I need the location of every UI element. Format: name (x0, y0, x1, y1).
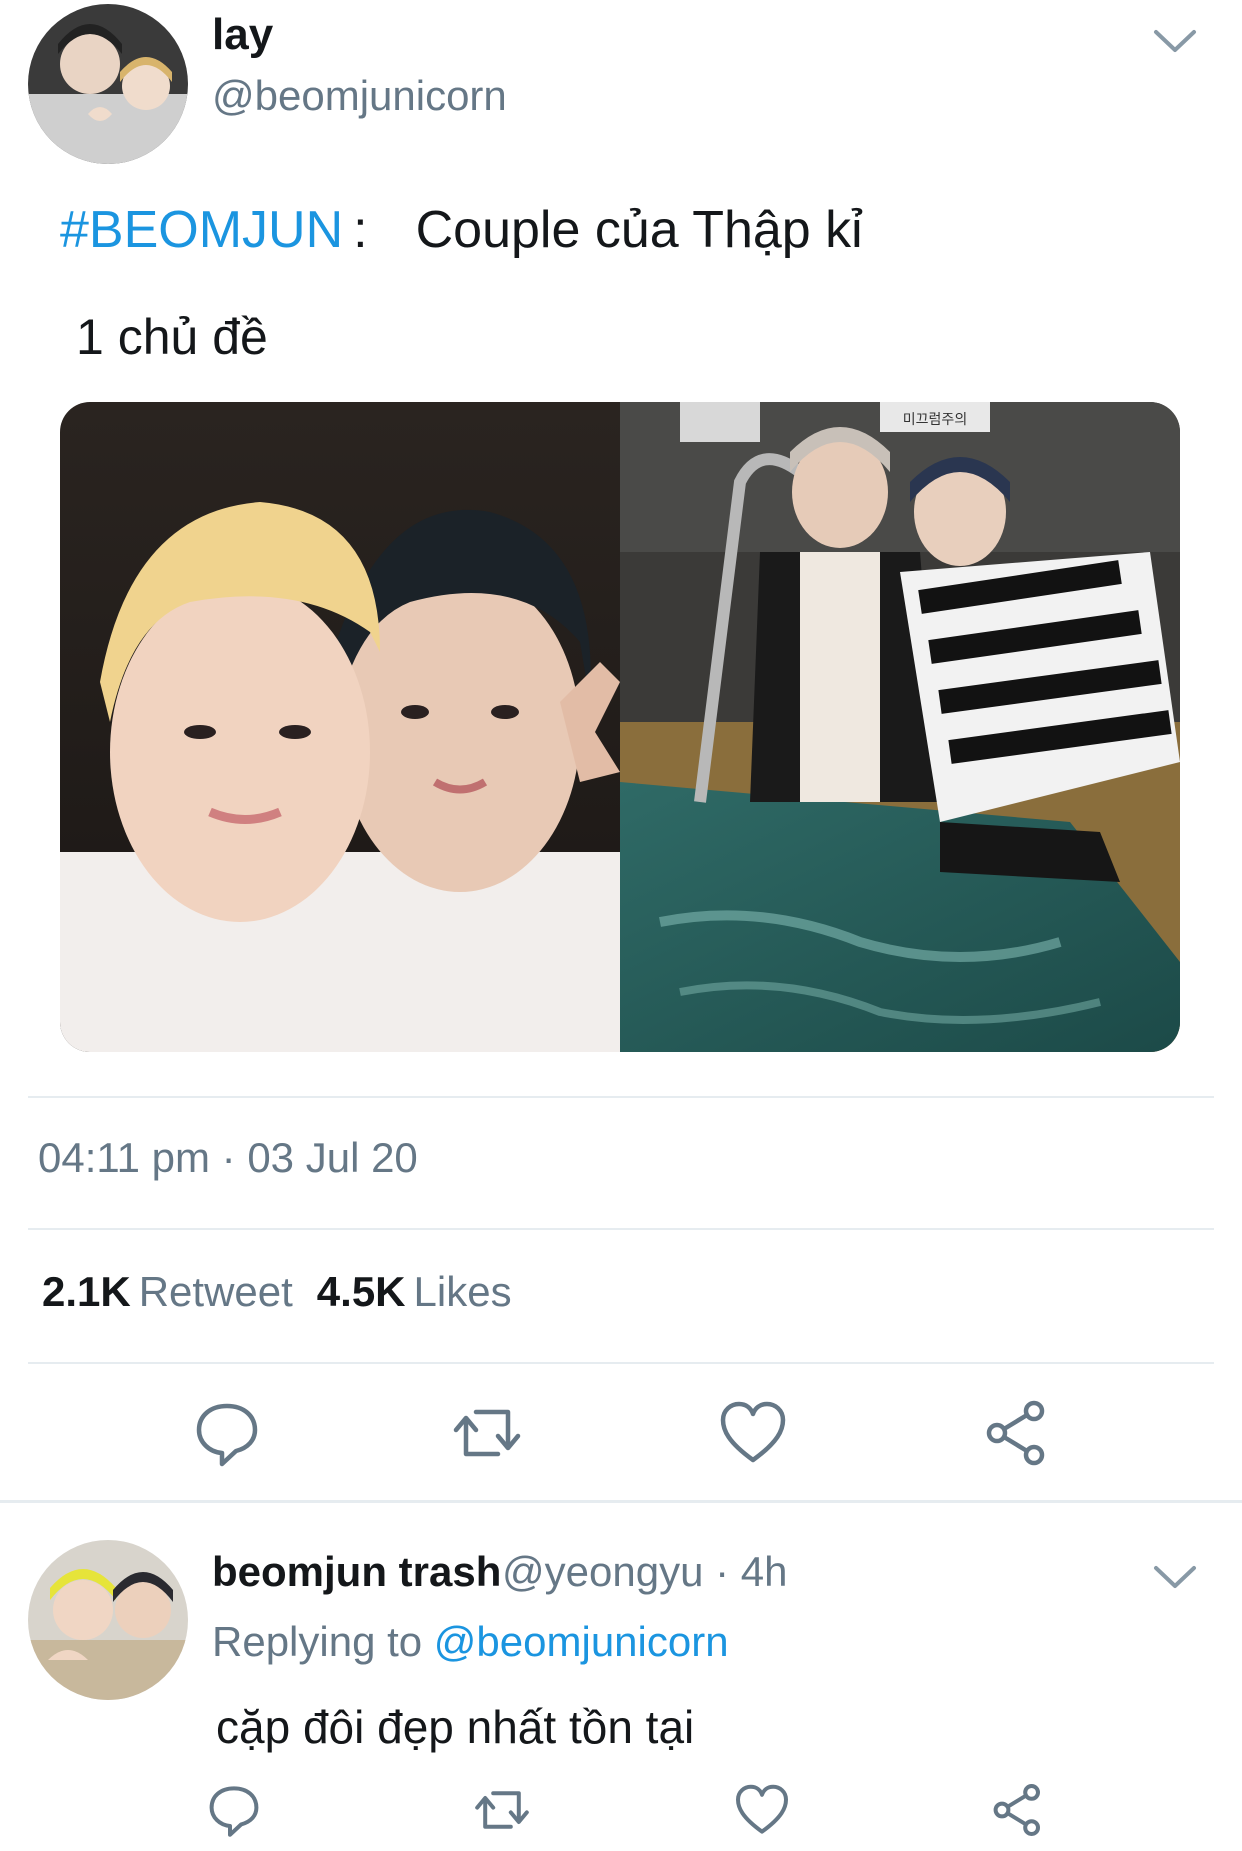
hashtag-link[interactable]: #BEOMJUN (60, 201, 343, 259)
tweet-stats: 2.1K Retweet 4.5K Likes (42, 1268, 512, 1316)
reply-age: 4h (740, 1548, 788, 1595)
tweet-colon: : (353, 201, 368, 259)
reply-avatar[interactable] (28, 1540, 188, 1700)
reply-handle[interactable]: @yeongyu (502, 1548, 703, 1595)
divider (28, 1362, 1214, 1364)
sign-text: 미끄럼주의 (903, 412, 967, 428)
retweet-count[interactable]: 2.1K (42, 1268, 131, 1315)
tweet-timestamp[interactable]: 04:11 pm · 03 Jul 20 (38, 1134, 418, 1182)
like-icon[interactable] (718, 1398, 788, 1468)
divider (28, 1228, 1214, 1230)
divider (28, 1096, 1214, 1098)
chevron-down-icon[interactable] (1152, 1562, 1198, 1592)
replying-handle-link[interactable]: @beomjunicorn (434, 1618, 729, 1665)
photo-left[interactable] (60, 402, 620, 1052)
like-icon[interactable] (734, 1782, 790, 1838)
tweet-body: Couple của Thập kỉ (415, 201, 863, 259)
reply-display-name[interactable]: beomjun trash (212, 1548, 501, 1596)
retweet-label[interactable]: Retweet (139, 1268, 293, 1315)
meta-separator: · (715, 1548, 730, 1595)
divider (0, 1500, 1242, 1503)
share-icon[interactable] (990, 1782, 1046, 1838)
reply-icon[interactable] (206, 1782, 262, 1838)
main-avatar[interactable] (28, 4, 188, 164)
tweet-media[interactable]: 미끄럼주의 (60, 402, 1180, 1052)
photo-right[interactable]: 미끄럼주의 (620, 402, 1180, 1052)
reply-icon[interactable] (192, 1398, 262, 1468)
reply-text: cặp đôi đẹp nhất tồn tại (216, 1701, 695, 1753)
share-icon[interactable] (982, 1398, 1052, 1468)
tweet-text: #BEOMJUN: Couple của Thập kỉ (60, 200, 863, 260)
reply-meta: @yeongyu · 4h (502, 1548, 788, 1596)
chevron-down-icon[interactable] (1152, 26, 1198, 56)
main-handle[interactable]: @beomjunicorn (212, 72, 507, 120)
tweet-subtext: 1 chủ đề (76, 309, 268, 365)
retweet-icon[interactable] (452, 1398, 522, 1468)
likes-count[interactable]: 4.5K (317, 1268, 406, 1315)
main-display-name[interactable]: lay (212, 10, 273, 60)
retweet-icon[interactable] (474, 1782, 530, 1838)
replying-prefix: Replying to (212, 1618, 423, 1665)
likes-label[interactable]: Likes (414, 1268, 512, 1315)
replying-to: Replying to @beomjunicorn (212, 1618, 729, 1666)
